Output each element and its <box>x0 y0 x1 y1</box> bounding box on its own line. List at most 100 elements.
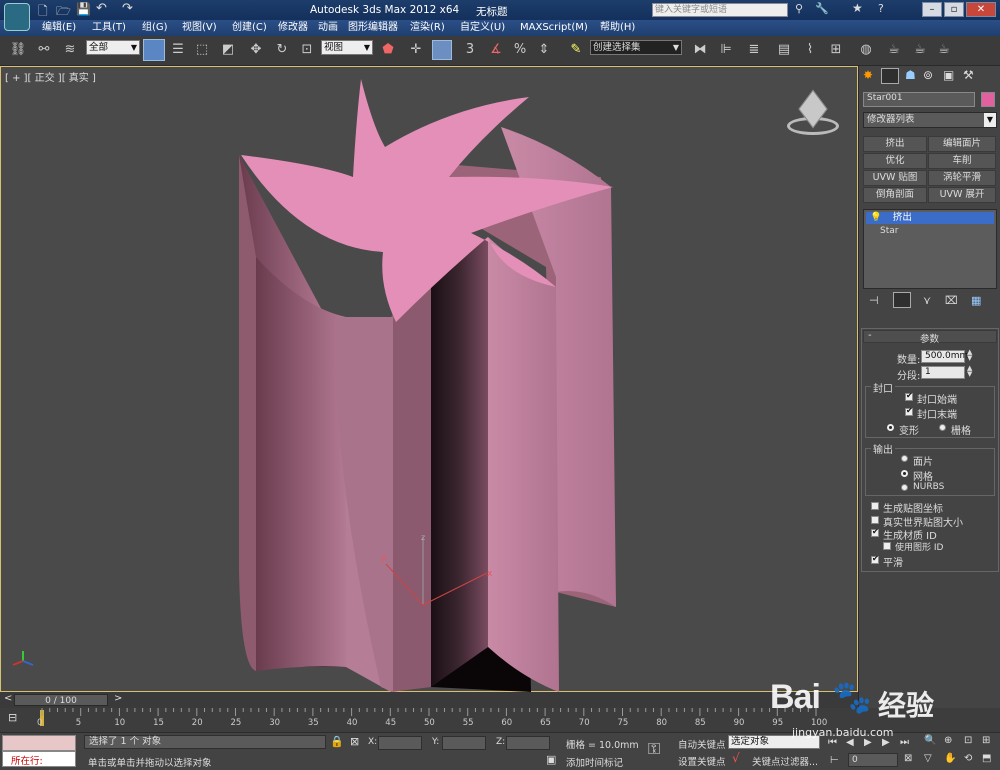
add-time-tag[interactable]: 添加时间标记 <box>566 755 623 769</box>
next-frame-icon[interactable]: > <box>114 693 122 704</box>
select-object-button[interactable] <box>143 39 165 61</box>
redo-icon[interactable]: ↷ <box>122 1 133 16</box>
select-by-name-icon[interactable]: ☰ <box>168 40 188 60</box>
material-editor-icon[interactable]: ◍ <box>856 40 876 60</box>
menu-rendering[interactable]: 渲染(R) <box>410 21 445 35</box>
object-color-swatch[interactable] <box>981 92 995 107</box>
binoculars-icon[interactable]: ⚲ <box>795 2 803 15</box>
menu-customize[interactable]: 自定义(U) <box>460 21 505 35</box>
parameters-rollout-header[interactable]: - 参数 <box>863 330 997 345</box>
curve-editor-icon[interactable]: ⌇ <box>800 40 820 60</box>
stack-item-star[interactable]: Star <box>880 226 898 236</box>
window-crossing-icon[interactable]: ◩ <box>218 40 238 60</box>
time-config-icon[interactable]: ⊠ <box>904 753 912 764</box>
search-input[interactable]: 键入关键字或短语 <box>652 3 788 17</box>
modifier-stack[interactable]: 💡 挤出 Star <box>863 209 997 289</box>
lightbulb-icon[interactable]: 💡 <box>870 212 882 223</box>
object-name-field[interactable]: Star001 <box>863 92 975 107</box>
key-mode-icon[interactable]: ⊢ <box>830 755 839 766</box>
menu-modifiers[interactable]: 修改器 <box>278 21 308 35</box>
help-icon[interactable]: ? <box>878 2 884 15</box>
rect-selection-icon[interactable]: ⬚ <box>192 40 212 60</box>
x-coordinate-field[interactable] <box>378 736 422 750</box>
edit-named-selection-icon[interactable]: ✎ <box>566 40 586 60</box>
menu-views[interactable]: 视图(V) <box>182 21 217 35</box>
rotate-icon[interactable]: ↻ <box>272 40 292 60</box>
link-icon[interactable]: ⛓ <box>8 40 28 60</box>
menu-edit[interactable]: 编辑(E) <box>42 21 76 35</box>
minimize-button[interactable]: – <box>922 2 942 17</box>
spinner-snap-icon[interactable]: ⇕ <box>534 40 554 60</box>
use-shape-ids-checkbox[interactable] <box>883 542 891 550</box>
make-unique-icon[interactable]: ⋎ <box>923 294 931 307</box>
modifier-button-extrude[interactable]: 挤出 <box>863 136 927 152</box>
maximize-button[interactable]: ▫ <box>944 2 964 17</box>
modifier-button-edit-patch[interactable]: 编辑面片 <box>928 136 996 152</box>
undo-icon[interactable]: ↶ <box>96 1 107 16</box>
maxscript-listener[interactable] <box>2 735 76 751</box>
wrench-icon[interactable]: 🔧 <box>815 2 829 15</box>
keyboard-shortcut-override-button[interactable] <box>432 40 452 60</box>
layer-manager-icon[interactable]: ≣ <box>744 40 764 60</box>
time-slider[interactable]: < 0 / 100 > <box>0 692 858 708</box>
menu-create[interactable]: 创建(C) <box>232 21 267 35</box>
absolute-mode-icon[interactable]: ⊠ <box>350 735 359 748</box>
align-icon[interactable]: ⊫ <box>716 40 736 60</box>
graphite-tools-icon[interactable]: ▤ <box>774 40 794 60</box>
prev-frame-icon[interactable]: < <box>4 693 12 704</box>
time-slider-thumb[interactable]: 0 / 100 <box>14 694 108 706</box>
modifier-list-dropdown[interactable]: 修改器列表 ▼ <box>863 112 997 128</box>
display-tab-icon[interactable]: ▣ <box>943 68 954 82</box>
angle-snap-icon[interactable]: ∡ <box>486 40 506 60</box>
menu-graph-editors[interactable]: 图形编辑器 <box>348 21 398 35</box>
menu-animation[interactable]: 动画 <box>318 21 338 35</box>
favorites-icon[interactable]: ★ <box>852 1 863 15</box>
show-end-result-button[interactable] <box>893 292 911 308</box>
y-coordinate-field[interactable] <box>442 736 486 750</box>
scale-icon[interactable]: ⊡ <box>297 40 317 60</box>
selection-filter-dropdown[interactable]: 全部 ▼ <box>86 40 140 55</box>
modifier-button-turbosmooth[interactable]: 涡轮平滑 <box>928 170 996 186</box>
schematic-view-icon[interactable]: ⊞ <box>826 40 846 60</box>
current-frame-field[interactable]: 0 <box>848 753 898 767</box>
bind-spacewarp-icon[interactable]: ≋ <box>60 40 80 60</box>
set-key-icon[interactable]: ⚿ <box>648 739 660 759</box>
percent-snap-icon[interactable]: % <box>510 40 530 60</box>
rendered-frame-icon[interactable]: ☕ <box>910 40 930 60</box>
modifier-button-bevel-profile[interactable]: 倒角剖面 <box>863 187 927 203</box>
nurbs-radio[interactable] <box>901 484 908 491</box>
modifier-button-unwrap-uvw[interactable]: UVW 展开 <box>928 187 996 203</box>
render-production-icon[interactable]: ☕ <box>934 40 954 60</box>
motion-tab-icon[interactable]: ⊚ <box>923 68 933 82</box>
cap-start-checkbox[interactable]: ✔ <box>905 391 913 401</box>
close-button[interactable]: ✕ <box>966 2 996 17</box>
gen-mat-ids-checkbox[interactable]: ✔ <box>871 527 879 537</box>
field-of-view-icon[interactable]: ▽ <box>924 753 932 764</box>
mirror-icon[interactable]: ⧓ <box>690 40 710 60</box>
perspective-viewport[interactable]: [ + ][ 正交 ][ 真实 ] x y z <box>0 66 858 692</box>
menu-help[interactable]: 帮助(H) <box>600 21 635 35</box>
modify-tab-icon[interactable] <box>881 68 899 84</box>
time-tag-icon[interactable]: ▣ <box>546 753 556 766</box>
cap-end-checkbox[interactable]: ✔ <box>905 406 913 416</box>
snap-toggle-icon[interactable]: 3 <box>460 40 480 60</box>
key-filters-button[interactable]: 关键点过滤器... <box>752 754 818 768</box>
hierarchy-tab-icon[interactable]: ☗ <box>905 68 916 82</box>
amount-field[interactable]: 500.0mm <box>921 350 968 363</box>
pivot-point-icon[interactable]: ⬟ <box>378 40 398 60</box>
stack-item-extrude[interactable]: 💡 挤出 <box>866 212 994 224</box>
configure-sets-icon[interactable]: ▦ <box>971 294 981 307</box>
z-coordinate-field[interactable] <box>506 736 550 750</box>
patch-radio[interactable] <box>901 455 908 462</box>
segments-field[interactable]: 1 <box>921 366 965 379</box>
save-icon[interactable]: 💾 <box>76 2 91 16</box>
real-world-checkbox[interactable] <box>871 516 879 524</box>
mini-curve-editor-icon[interactable]: ⊟ <box>8 711 17 724</box>
lock-selection-icon[interactable]: 🔒 <box>330 735 344 748</box>
mesh-radio[interactable] <box>901 470 908 477</box>
amount-spinner-icon[interactable]: ▲ ▼ <box>967 349 972 362</box>
auto-key-button[interactable]: 自动关键点 <box>678 737 726 751</box>
segments-spinner-icon[interactable]: ▲ ▼ <box>967 365 972 378</box>
morph-radio[interactable] <box>887 424 894 431</box>
set-key-button[interactable]: 设置关键点 <box>678 754 726 768</box>
